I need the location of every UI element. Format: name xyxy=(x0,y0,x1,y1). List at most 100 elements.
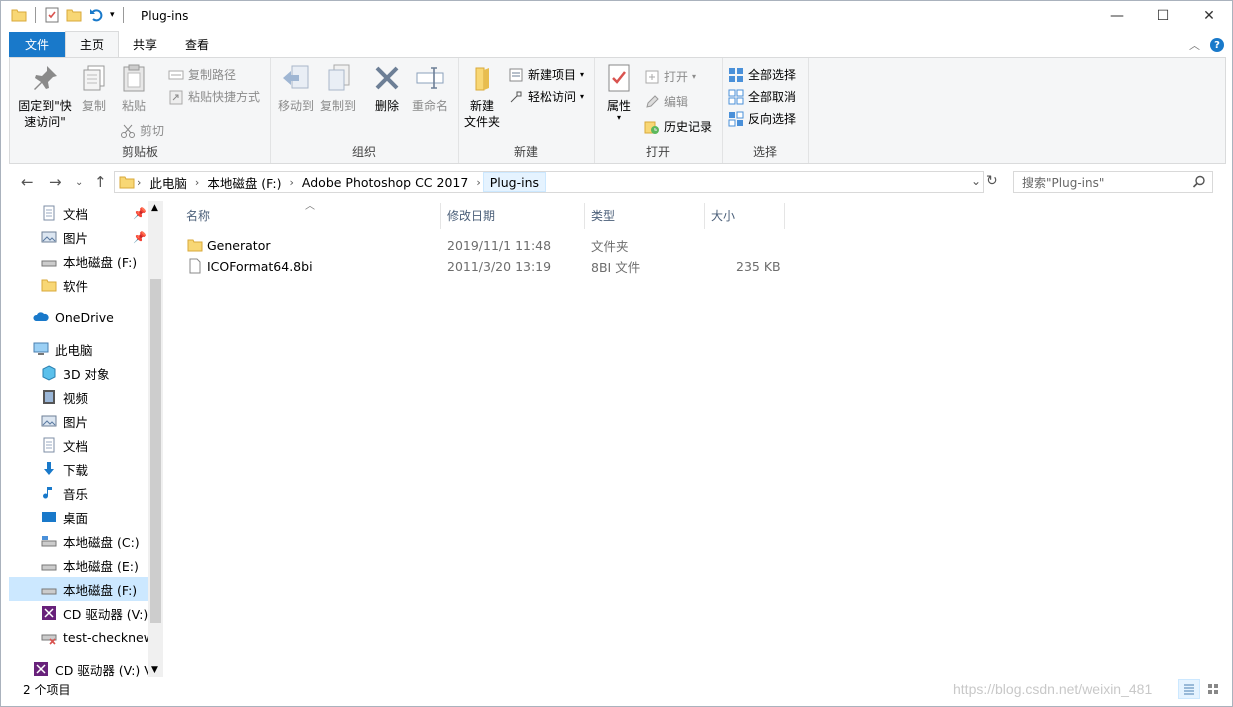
nav-videos[interactable]: 视频 xyxy=(41,385,88,409)
paste-button[interactable]: 粘贴 xyxy=(116,62,152,114)
nav-network-drive[interactable]: test-checknew xyxy=(41,625,154,649)
column-header-name[interactable]: 名称 xyxy=(186,207,210,224)
nav-downloads[interactable]: 下载 xyxy=(41,457,88,481)
nav-drive-f[interactable]: 本地磁盘 (F:) xyxy=(9,577,156,601)
up-button[interactable]: ↑ xyxy=(94,173,107,191)
copy-to-button[interactable]: 复制到 xyxy=(318,62,358,114)
nav-quick-drive-f[interactable]: 本地磁盘 (F:) xyxy=(41,249,137,273)
view-buttons xyxy=(1178,679,1224,699)
3d-objects-icon xyxy=(42,365,56,381)
nav-3d-objects[interactable]: 3D 对象 xyxy=(41,361,110,385)
pin-icon[interactable]: 📌 xyxy=(133,207,147,220)
nav-cd-drive-root[interactable]: CD 驱动器 (V:) Vi xyxy=(33,657,156,677)
move-to-button[interactable]: 移动到 xyxy=(276,62,316,114)
pin-quick-access-button[interactable]: 固定到"快 速访问" xyxy=(14,62,76,130)
close-button[interactable]: ✕ xyxy=(1186,1,1232,31)
column-header-date[interactable]: 修改日期 xyxy=(447,207,495,224)
select-group-label: 选择 xyxy=(752,145,777,159)
nav-label: 图片 xyxy=(63,230,89,246)
copy-button[interactable]: 复制 xyxy=(76,62,112,114)
select-all-button[interactable]: 全部选择 xyxy=(728,66,796,83)
scrollbar-thumb[interactable] xyxy=(150,279,161,623)
paste-shortcut-button[interactable]: 粘贴快捷方式 xyxy=(168,88,260,105)
maximize-button[interactable]: ☐ xyxy=(1140,1,1186,31)
nav-quick-software[interactable]: 软件 xyxy=(41,273,88,297)
pin-icon[interactable]: 📌 xyxy=(133,231,147,244)
details-view-button[interactable] xyxy=(1178,679,1200,699)
properties-icon[interactable] xyxy=(44,7,60,23)
tab-home[interactable]: 主页 xyxy=(65,31,120,57)
help-icon[interactable]: ? xyxy=(1210,38,1224,52)
nav-drive-c[interactable]: 本地磁盘 (C:) xyxy=(41,529,140,553)
nav-quick-pictures[interactable]: 图片 xyxy=(41,225,88,249)
properties-button[interactable]: 属性 ▾ xyxy=(602,62,636,122)
tab-file[interactable]: 文件 xyxy=(9,32,65,57)
breadcrumb-separator[interactable]: › xyxy=(474,176,482,189)
organize-group: 移动到 复制到 删除 重命名 组织 xyxy=(270,58,459,163)
nav-scrollbar[interactable]: ▲ ▼ xyxy=(148,201,163,677)
cut-button[interactable]: 剪切 xyxy=(120,122,164,139)
new-folder-icon[interactable] xyxy=(66,7,82,23)
history-button[interactable]: 历史记录 xyxy=(644,118,712,135)
file-row[interactable]: Generator 2019/11/1 11:48 文件夹 xyxy=(181,235,791,255)
breadcrumb-separator[interactable]: › xyxy=(288,176,296,189)
large-icons-view-button[interactable] xyxy=(1202,679,1224,699)
drive-icon xyxy=(41,588,57,595)
file-name: ICOFormat64.8bi xyxy=(207,258,313,274)
edit-button[interactable]: 编辑 xyxy=(644,93,688,110)
minimize-button[interactable]: — xyxy=(1094,1,1140,31)
nav-desktop[interactable]: 桌面 xyxy=(41,505,88,529)
delete-button[interactable]: 删除 xyxy=(370,62,404,114)
copy-path-button[interactable]: 复制路径 xyxy=(168,66,236,83)
ribbon-tabs: 文件 主页 共享 查看 xyxy=(1,31,1232,57)
tab-view[interactable]: 查看 xyxy=(171,32,223,57)
column-divider[interactable] xyxy=(704,203,705,229)
breadcrumb-separator[interactable]: › xyxy=(193,176,201,189)
column-divider[interactable] xyxy=(584,203,585,229)
nav-quick-documents[interactable]: 文档 xyxy=(41,201,88,225)
nav-this-pc[interactable]: 此电脑 xyxy=(33,337,93,361)
nav-drive-e[interactable]: 本地磁盘 (E:) xyxy=(41,553,139,577)
scroll-up-icon[interactable]: ▲ xyxy=(151,203,158,213)
column-header-size[interactable]: 大小 xyxy=(711,207,735,224)
collapse-ribbon-icon[interactable]: ︿ xyxy=(1189,37,1200,53)
breadcrumb-this-pc[interactable]: 此电脑 xyxy=(143,173,193,192)
column-header-type[interactable]: 类型 xyxy=(591,207,615,224)
new-folder-button[interactable]: 新建 文件夹 xyxy=(462,62,502,130)
qat-dropdown-icon[interactable]: ▾ xyxy=(110,10,115,20)
open-button[interactable]: 打开 ▾ xyxy=(644,68,696,85)
nav-label: test-checknew xyxy=(63,629,154,645)
copy-to-label: 复制到 xyxy=(319,99,356,113)
rename-button[interactable]: 重命名 xyxy=(410,62,450,114)
breadcrumb-current[interactable]: Plug-ins xyxy=(482,172,547,192)
breadcrumb-separator[interactable]: › xyxy=(135,176,143,189)
folder-icon xyxy=(119,176,135,189)
address-dropdown-icon[interactable]: ⌄ xyxy=(971,174,981,188)
scroll-down-icon[interactable]: ▼ xyxy=(151,665,158,675)
nav-onedrive[interactable]: OneDrive xyxy=(33,305,114,329)
forward-button[interactable]: → xyxy=(49,173,62,191)
nav-pictures[interactable]: 图片 xyxy=(41,409,88,433)
nav-label: 桌面 xyxy=(63,510,89,526)
recent-locations-icon[interactable]: ⌄ xyxy=(75,177,83,188)
nav-cd-drive[interactable]: CD 驱动器 (V:) V xyxy=(41,601,161,625)
scissors-icon xyxy=(121,124,135,138)
nav-documents[interactable]: 文档 xyxy=(41,433,88,457)
tab-share[interactable]: 共享 xyxy=(119,32,171,57)
new-item-button[interactable]: 新建项目 ▾ xyxy=(508,66,584,83)
file-row[interactable]: ICOFormat64.8bi 2011/3/20 13:19 8BI 文件 2… xyxy=(181,256,791,276)
breadcrumb-photoshop[interactable]: Adobe Photoshop CC 2017 xyxy=(296,175,474,190)
invert-selection-button[interactable]: 反向选择 xyxy=(728,110,796,127)
nav-music[interactable]: 音乐 xyxy=(41,481,88,505)
column-divider[interactable] xyxy=(440,203,441,229)
watermark: https://blog.csdn.net/weixin_481 xyxy=(953,681,1153,697)
address-bar[interactable]: › 此电脑 › 本地磁盘 (F:) › Adobe Photoshop CC 2… xyxy=(114,171,984,193)
column-divider[interactable] xyxy=(784,203,785,229)
easy-access-button[interactable]: 轻松访问 ▾ xyxy=(508,88,584,105)
refresh-button[interactable]: ↻ xyxy=(986,173,998,189)
select-none-button[interactable]: 全部取消 xyxy=(728,88,796,105)
search-input[interactable]: 搜索"Plug-ins" xyxy=(1013,171,1213,193)
back-button[interactable]: ← xyxy=(21,173,34,191)
undo-icon[interactable] xyxy=(88,7,104,23)
breadcrumb-drive-f[interactable]: 本地磁盘 (F:) xyxy=(201,173,287,192)
